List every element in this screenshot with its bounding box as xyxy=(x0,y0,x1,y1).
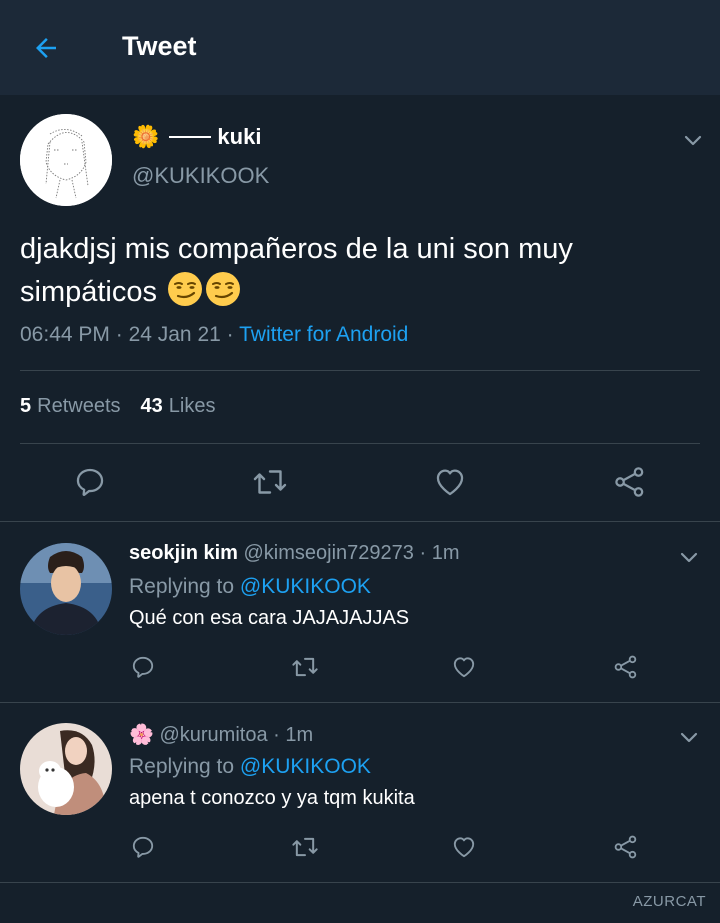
back-arrow-icon xyxy=(36,38,56,58)
share-button[interactable] xyxy=(610,462,650,502)
reply-header: seokjin kim @kimseojin729273 · 1m xyxy=(129,542,460,565)
retweets-stat[interactable]: 5 Retweets xyxy=(20,395,121,418)
meta-separator: · xyxy=(419,542,427,564)
author-name[interactable]: 🌼 kuki xyxy=(132,124,261,150)
reply-header: 🌸 @kurumitoa · 1m xyxy=(129,722,313,747)
tweet-menu-button[interactable] xyxy=(681,128,705,152)
dash-divider xyxy=(169,136,212,138)
top-app-bar: Tweet xyxy=(0,0,720,95)
replying-to: Replying to @KUKIKOOK xyxy=(129,575,371,599)
tweet-meta: 06:44 PM · 24 Jan 21 · Twitter for Andro… xyxy=(20,323,408,347)
reply-author-handle[interactable]: @kimseojin729273 xyxy=(244,542,414,564)
page-title: Tweet xyxy=(122,31,197,61)
share-button[interactable] xyxy=(611,652,641,682)
tweet-text: djakdjsj mis compañeros de la uni son mu… xyxy=(20,228,700,314)
retweet-icon xyxy=(292,657,318,677)
reply-avatar[interactable] xyxy=(20,723,112,815)
retweet-button[interactable] xyxy=(290,652,320,682)
reply-author-name[interactable]: seokjin kim xyxy=(129,542,238,564)
author-handle[interactable]: @KUKIKOOK xyxy=(132,163,269,189)
avatar-photo xyxy=(20,723,112,815)
reply-time: 1m xyxy=(431,542,460,564)
flower-emoji-icon: 🌼 xyxy=(132,124,160,149)
replying-mention[interactable]: @KUKIKOOK xyxy=(240,755,371,778)
retweet-icon xyxy=(253,470,287,494)
share-icon xyxy=(615,467,644,497)
replying-mention[interactable]: @KUKIKOOK xyxy=(240,575,371,598)
divider xyxy=(20,443,700,444)
reply-menu-button[interactable] xyxy=(677,725,701,749)
watermark: AZURCAT xyxy=(632,893,706,910)
retweets-count: 5 xyxy=(20,395,32,417)
divider xyxy=(20,370,700,371)
tweet-body: djakdjsj mis compañeros de la uni son mu… xyxy=(20,233,573,308)
like-button[interactable] xyxy=(449,652,479,682)
avatar-photo xyxy=(20,543,112,635)
reply-icon xyxy=(132,836,154,858)
divider xyxy=(0,702,720,703)
smirk-emoji-icon xyxy=(168,272,203,306)
share-icon xyxy=(614,655,637,679)
chevron-down-icon xyxy=(680,552,698,563)
avatar-sketch-image xyxy=(20,114,112,206)
meta-separator: · xyxy=(226,323,240,346)
likes-stat[interactable]: 43 Likes xyxy=(141,395,216,418)
retweet-icon xyxy=(292,837,318,857)
reply-text: Qué con esa cara JAJAJAJJAS xyxy=(129,607,410,629)
replying-to: Replying to @KUKIKOOK xyxy=(129,755,371,779)
reply-button[interactable] xyxy=(70,462,110,502)
reply-avatar[interactable] xyxy=(20,543,112,635)
retweet-button[interactable] xyxy=(290,832,320,862)
reply-author-handle[interactable]: @kurumitoa xyxy=(159,724,267,746)
smirk-emoji-icon xyxy=(206,272,241,306)
tweet-date: 24 Jan 21 xyxy=(128,323,221,346)
divider xyxy=(0,882,720,883)
like-icon xyxy=(436,469,464,496)
meta-separator: · xyxy=(115,323,129,346)
reply-text: apena t conozco y ya tqm kukita xyxy=(129,787,415,809)
replying-label: Replying to xyxy=(129,755,235,778)
retweets-label: Retweets xyxy=(37,395,121,417)
like-icon xyxy=(453,657,475,678)
like-button[interactable] xyxy=(449,832,479,862)
reply-button[interactable] xyxy=(128,832,158,862)
author-avatar[interactable] xyxy=(20,114,112,206)
likes-label: Likes xyxy=(168,395,216,417)
reply-icon xyxy=(132,656,154,678)
tweet-stats: 5 Retweets 43 Likes xyxy=(20,395,215,418)
reply-menu-button[interactable] xyxy=(677,545,701,569)
chevron-down-icon xyxy=(684,135,702,146)
reply-time: 1m xyxy=(285,724,314,746)
like-button[interactable] xyxy=(430,462,470,502)
reply-button[interactable] xyxy=(128,652,158,682)
share-icon xyxy=(614,835,637,859)
back-button[interactable] xyxy=(26,28,66,68)
flower-emoji-icon: 🌸 xyxy=(129,724,154,746)
share-button[interactable] xyxy=(611,832,641,862)
replying-label: Replying to xyxy=(129,575,235,598)
author-display-name: kuki xyxy=(217,124,262,149)
meta-separator: · xyxy=(273,724,280,746)
tweet-client-link[interactable]: Twitter for Android xyxy=(239,323,408,346)
tweet-time: 06:44 PM xyxy=(20,323,110,346)
likes-count: 43 xyxy=(140,395,163,417)
retweet-button[interactable] xyxy=(250,462,290,502)
like-icon xyxy=(453,837,475,858)
divider xyxy=(0,521,720,522)
reply-icon xyxy=(76,468,104,496)
chevron-down-icon xyxy=(680,732,698,743)
